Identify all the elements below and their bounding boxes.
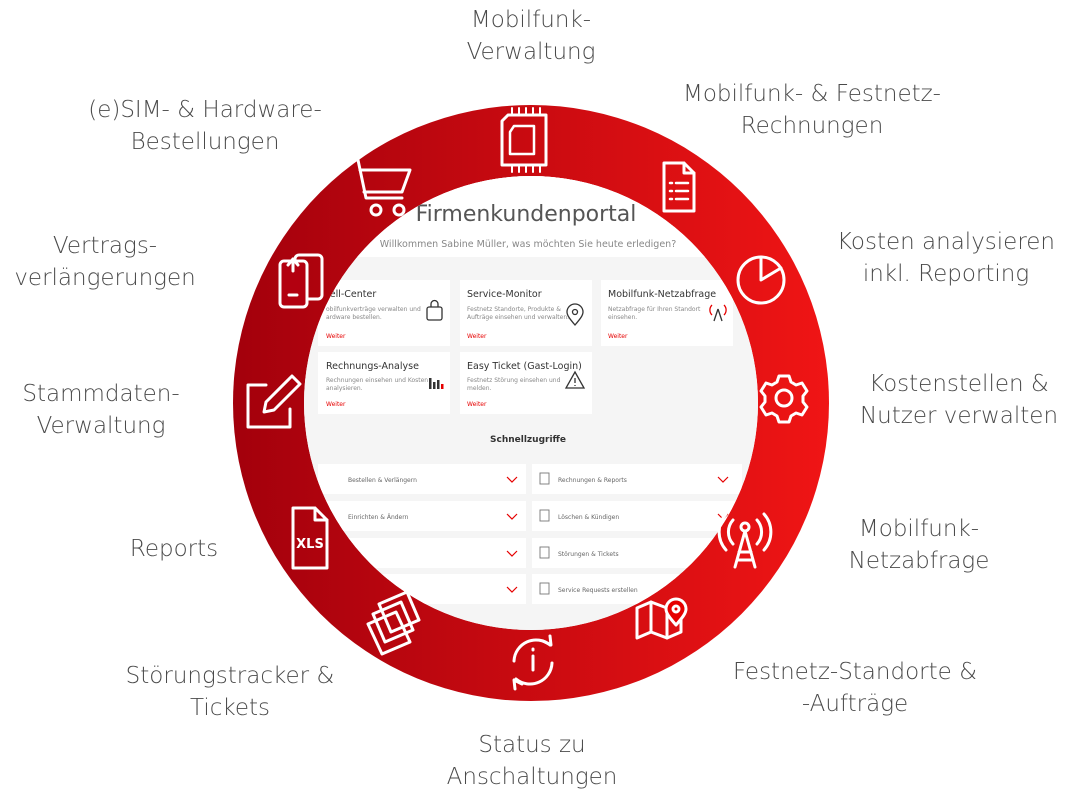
- label-line: Status zu: [478, 732, 586, 758]
- label-stoerung: Störungstracker & Tickets: [104, 660, 356, 724]
- quick-access-item[interactable]: Löschen & Kündigen: [532, 501, 742, 531]
- label-netzabfrage: Mobilfunk- Netzabfrage: [830, 513, 1008, 577]
- card-link[interactable]: Weiter: [326, 333, 346, 340]
- portal-card-rechnungs-analyse[interactable]: Rechnungs-Analyse Rechnungen einsehen un…: [318, 352, 450, 414]
- label-line: Tickets: [189, 695, 271, 721]
- label-festnetz: Festnetz-Standorte & -Aufträge: [712, 656, 998, 720]
- quick-access-item[interactable]: Rechnungen & Reports: [532, 464, 742, 494]
- card-title: Rechnungs-Analyse: [326, 361, 419, 372]
- label-line: verlängerungen: [14, 265, 196, 291]
- label-line: Festnetz-Standorte &: [732, 659, 978, 685]
- portal-card-service-monitor[interactable]: Service-Monitor Festnetz Standorte, Prod…: [460, 280, 592, 346]
- portal-card-easy-ticket[interactable]: Easy Ticket (Gast-Login) Festnetz Störun…: [460, 352, 592, 414]
- label-kosten: Kosten analysieren inkl. Reporting: [828, 226, 1064, 290]
- label-line: Stammdaten-: [22, 381, 180, 407]
- quick-item-label: Service Requests erstellen: [558, 587, 638, 594]
- label-line: Mobilfunk- & Festnetz-: [683, 81, 941, 107]
- quick-item-label: Störungen & Tickets: [558, 551, 619, 558]
- card-link[interactable]: Weiter: [467, 401, 487, 408]
- label-line: Netzabfrage: [848, 548, 990, 574]
- label-line: Vertrags-: [52, 233, 158, 259]
- card-desc: Netzabfrage für Ihren Standort: [608, 306, 701, 313]
- quick-item-label: Bestellen & Verlängern: [348, 477, 417, 484]
- label-kostenstellen: Kostenstellen & Nutzer verwalten: [852, 368, 1066, 432]
- label-line: Bestellungen: [130, 129, 280, 155]
- label-line: Reports: [129, 536, 219, 562]
- label-line: inkl. Reporting: [862, 261, 1030, 287]
- label-line: Kosten analysieren: [836, 229, 1056, 255]
- label-line: Verwaltung: [466, 39, 596, 65]
- quick-item-label: Rechnungen & Reports: [558, 477, 627, 484]
- card-title: Easy Ticket (Gast-Login): [467, 361, 582, 372]
- label-reports: Reports: [104, 533, 244, 565]
- quick-item-label: Löschen & Kündigen: [558, 514, 619, 521]
- card-link[interactable]: Weiter: [467, 333, 487, 340]
- label-line: Rechnungen: [740, 113, 884, 139]
- quick-access-item[interactable]: Einrichten & Ändern: [318, 501, 526, 531]
- label-rechnungen: Mobilfunk- & Festnetz- Rechnungen: [667, 78, 957, 142]
- label-mobilfunk-verwaltung: Mobilfunk- Verwaltung: [438, 4, 624, 68]
- card-desc: Rechnungen einsehen und Kosten: [326, 377, 428, 384]
- card-desc: Festnetz Störung einsehen und: [467, 377, 561, 384]
- quick-access-item[interactable]: Bestellen & Verlängern: [318, 464, 526, 494]
- label-stammdaten: Stammdaten- Verwaltung: [6, 378, 196, 442]
- card-desc: ardware bestellen.: [326, 314, 382, 321]
- label-line: -Aufträge: [801, 691, 909, 717]
- portal-subtitle: Willkommen Sabine Müller, was möchten Si…: [380, 239, 677, 250]
- label-line: Kostenstellen &: [869, 371, 1049, 397]
- label-line: Störungstracker &: [125, 663, 335, 689]
- quick-item-label: Einrichten & Ändern: [348, 514, 409, 521]
- label-line: Verwaltung: [36, 413, 166, 439]
- card-title: Mobilfunk-Netzabfrage: [608, 289, 716, 300]
- label-line: Anschaltungen: [446, 764, 618, 790]
- label-line: Mobilfunk-: [858, 516, 980, 542]
- quick-access-title: Schnellzugriffe: [490, 435, 566, 445]
- portal-card-netzabfrage[interactable]: Mobilfunk-Netzabfrage Netzabfrage für Ih…: [601, 280, 733, 346]
- xls-label: XLS: [296, 537, 324, 552]
- card-link[interactable]: Weiter: [326, 401, 346, 408]
- label-vertrag: Vertrags- verlängerungen: [0, 230, 210, 294]
- portal-card-besteller-center[interactable]: tell-Center obilfunkverträge verwalten u…: [318, 280, 450, 346]
- label-line: Mobilfunk-: [470, 7, 592, 33]
- label-status: Status zu Anschaltungen: [432, 729, 632, 793]
- card-desc: melden.: [467, 385, 492, 392]
- card-link[interactable]: Weiter: [608, 333, 628, 340]
- card-title: Service-Monitor: [467, 289, 542, 300]
- portal-title: Firmenkundenportal: [416, 202, 637, 227]
- card-desc: analysieren.: [326, 385, 363, 392]
- card-desc: obilfunkverträge verwalten und: [326, 306, 421, 313]
- label-sim: (e)SIM- & Hardware- Bestellungen: [64, 94, 346, 158]
- card-desc: Aufträge einsehen und verwalten.: [467, 314, 569, 321]
- card-desc: einsehen.: [608, 314, 637, 321]
- label-line: Nutzer verwalten: [859, 403, 1059, 429]
- card-desc: Festnetz Standorte, Produkte &: [467, 306, 561, 313]
- label-line: (e)SIM- & Hardware-: [88, 97, 322, 123]
